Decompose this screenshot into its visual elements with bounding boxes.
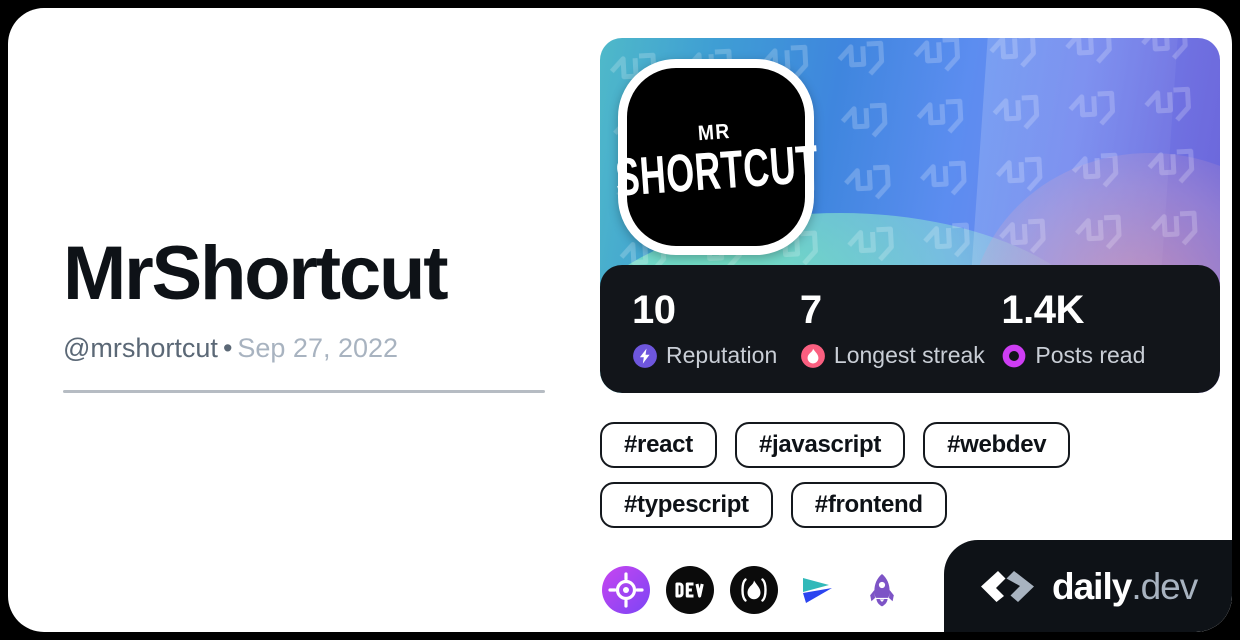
stat-streak-labelrow: Longest streak xyxy=(800,343,1002,369)
stat-streak-label: Longest streak xyxy=(833,342,985,368)
cover-block: MR SHORTCUT 10 Reputation 7 Longest stre… xyxy=(600,38,1220,393)
streak-flame-icon xyxy=(801,343,825,368)
stat-posts-value: 1.4K xyxy=(1001,287,1084,332)
tag-chip[interactable]: #frontend xyxy=(790,482,947,528)
avatar: MR SHORTCUT xyxy=(613,59,820,255)
stat-streak-value: 7 xyxy=(799,287,822,332)
tag-chip[interactable]: #javascript xyxy=(734,422,906,468)
stat-posts-read: 1.4K Posts read xyxy=(1001,290,1188,369)
stats-bar: 10 Reputation 7 Longest streak 1.4K Post… xyxy=(600,265,1220,393)
brand-name-secondary: .dev xyxy=(1131,565,1198,607)
joined-date: Sep 27, 2022 xyxy=(237,333,399,363)
profile-handle: @mrshortcut xyxy=(63,333,218,363)
roadmap-target-icon[interactable] xyxy=(602,566,650,614)
stat-reputation-value: 10 xyxy=(632,287,676,332)
brand-name-primary: daily xyxy=(1052,565,1132,607)
meta-separator: • xyxy=(222,333,233,363)
screenshot-root: MrShortcut @mrshortcut • Sep 27, 2022 MR… xyxy=(0,0,1240,640)
stat-posts-label: Posts read xyxy=(1035,342,1146,368)
hashnode-flame-icon[interactable] xyxy=(730,566,778,614)
tag-chip[interactable]: #typescript xyxy=(600,482,773,528)
tag-chip[interactable]: #webdev xyxy=(923,422,1071,468)
profile-card: MrShortcut @mrshortcut • Sep 27, 2022 MR… xyxy=(8,8,1232,632)
social-links xyxy=(602,566,906,614)
brand-name: daily.dev xyxy=(1052,565,1198,607)
stat-posts-labelrow: Posts read xyxy=(1001,343,1188,369)
stat-reputation: 10 Reputation xyxy=(632,290,800,369)
stat-longest-streak: 7 Longest streak xyxy=(800,290,1002,369)
devto-icon[interactable] xyxy=(666,566,714,614)
avatar-logo-line2: SHORTCUT xyxy=(613,132,821,208)
profile-identity: MrShortcut @mrshortcut • Sep 27, 2022 xyxy=(63,236,563,393)
profile-summary: MR SHORTCUT 10 Reputation 7 Longest stre… xyxy=(600,38,1220,393)
rocket-icon[interactable] xyxy=(858,566,906,614)
reputation-bolt-icon xyxy=(633,343,657,368)
identity-divider xyxy=(63,389,545,393)
daily-dev-logo-icon xyxy=(981,571,1034,602)
tag-chip[interactable]: #react xyxy=(600,422,717,468)
posts-read-ring-icon xyxy=(1003,344,1026,367)
profile-meta: @mrshortcut • Sep 27, 2022 xyxy=(63,333,563,364)
page-title: MrShortcut xyxy=(63,231,449,316)
stat-reputation-labelrow: Reputation xyxy=(632,343,800,369)
avatar-logo: MR SHORTCUT xyxy=(600,113,845,208)
stat-reputation-label: Reputation xyxy=(666,342,778,368)
tag-list: #react #javascript #webdev #typescript #… xyxy=(600,422,1230,528)
codepen-send-icon[interactable] xyxy=(794,566,842,614)
daily-dev-badge: daily.dev xyxy=(944,540,1232,632)
